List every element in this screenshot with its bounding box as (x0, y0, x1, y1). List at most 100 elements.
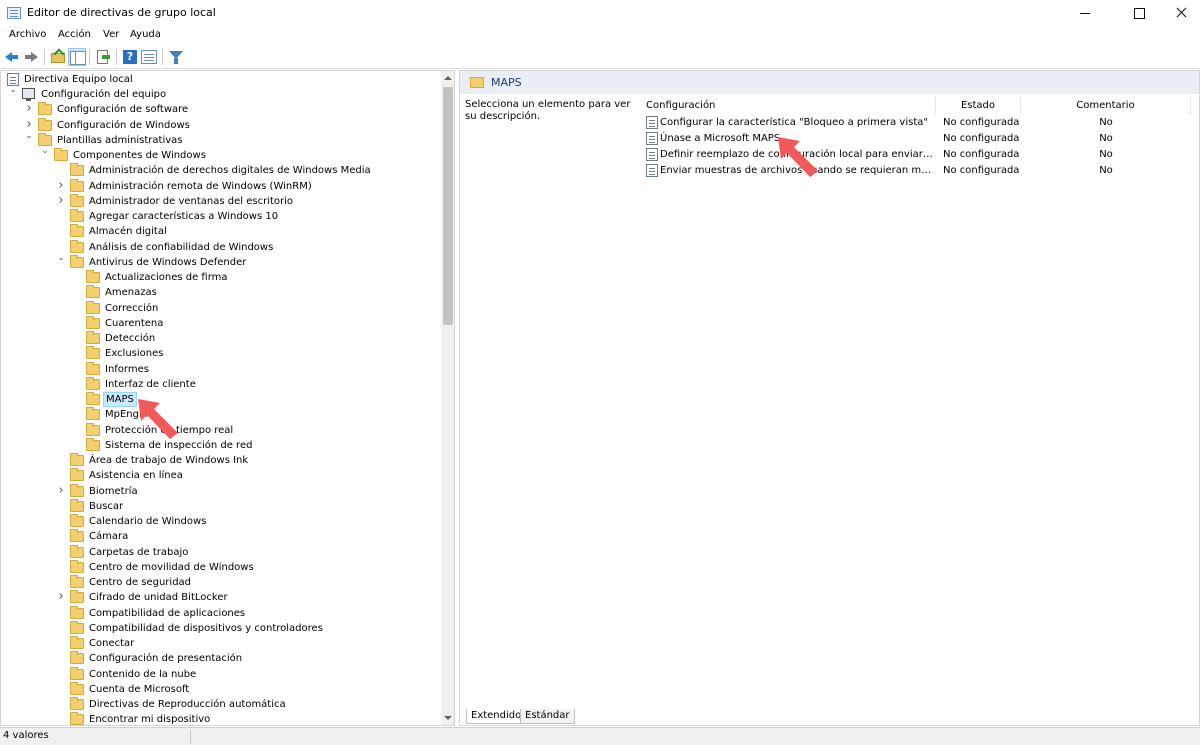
menu-accion[interactable]: Acción (58, 29, 91, 40)
column-header-estado[interactable]: Estado (936, 97, 1021, 115)
setting-estado: No configurada (943, 165, 1020, 176)
tree-item-label: Administrador de ventanas del escritorio (89, 195, 294, 207)
forward-button[interactable] (22, 48, 40, 66)
menu-ver[interactable]: Ver (103, 29, 119, 40)
setting-row[interactable]: Únase a Microsoft MAPS No configurada No (638, 131, 1198, 147)
chevron-right-icon[interactable]: › (56, 589, 66, 604)
tree-item-label: Componentes de Windows (73, 150, 206, 161)
policy-setting-icon (646, 164, 658, 177)
tree-expander-placeholder (56, 575, 66, 590)
tree-vertical-scrollbar[interactable] (441, 71, 454, 725)
chevron-down-icon[interactable]: ⌄ (56, 251, 66, 266)
tree-expander-placeholder (56, 667, 66, 682)
status-bar: 4 valores (0, 727, 1200, 745)
tree-expander-placeholder (72, 407, 82, 422)
scroll-up-icon[interactable] (441, 71, 454, 85)
tree-expander-placeholder (72, 301, 82, 316)
folder-icon (70, 209, 84, 222)
folder-icon (86, 331, 100, 344)
tree-item-label: Configuración de software (57, 104, 189, 116)
setting-estado: No configurada (943, 149, 1020, 160)
folder-icon (470, 77, 484, 88)
menu-ayuda[interactable]: Ayuda (130, 29, 161, 40)
minimize-button[interactable] (1062, 0, 1108, 26)
menu-archivo[interactable]: Archivo (9, 29, 46, 40)
column-header-comentario[interactable]: Comentario (1021, 97, 1191, 115)
properties-button[interactable] (140, 48, 158, 66)
tree-item-label: Administración de derechos digitales de … (89, 165, 371, 177)
chevron-right-icon[interactable]: › (24, 101, 34, 116)
folder-icon (70, 590, 84, 604)
setting-row[interactable]: Definir reemplazo de configuración local… (638, 147, 1198, 163)
scroll-thumb[interactable] (443, 87, 453, 325)
tree-item-label: Interfaz de cliente (105, 378, 196, 390)
folder-icon (70, 178, 84, 192)
filter-button[interactable] (167, 48, 185, 66)
folder-icon (70, 468, 84, 482)
folder-icon (38, 102, 52, 116)
chevron-down-icon[interactable]: ⌄ (24, 129, 34, 144)
chevron-right-icon[interactable]: › (56, 483, 66, 498)
tree-expander-placeholder (72, 331, 82, 346)
folder-icon (70, 651, 84, 665)
annotation-arrow-list (778, 137, 818, 177)
filter-icon (169, 51, 183, 64)
tree-expander-placeholder (72, 270, 82, 285)
tab-estandar[interactable]: Estándar (520, 709, 575, 724)
folder-icon (86, 270, 100, 283)
help-button[interactable]: ? (121, 48, 139, 66)
tab-extendido[interactable]: Extendido (466, 709, 527, 724)
tree-item-label: Centro de movilidad de Windows (89, 561, 254, 573)
tree-expander-placeholder (72, 392, 82, 407)
tree-item-label: Agregar características a Windows 10 (89, 211, 279, 222)
folder-icon (86, 422, 100, 436)
maximize-button[interactable] (1116, 0, 1162, 26)
tree-item-label: Buscar (89, 500, 124, 512)
toolbar-separator (162, 49, 163, 65)
up-level-button[interactable] (49, 48, 67, 66)
folder-icon (86, 315, 100, 329)
tree-expander-placeholder (56, 529, 66, 544)
tree-item-label: Asistencia en línea (89, 470, 183, 482)
chevron-right-icon[interactable]: › (56, 193, 66, 208)
tree-item-label: Cuenta de Microsoft (89, 683, 190, 695)
column-header-configuracion[interactable]: Configuración (638, 97, 936, 115)
folder-icon (70, 605, 84, 619)
setting-estado: No configurada (943, 117, 1020, 128)
tree-item-label: Área de trabajo de Windows Ink (89, 455, 249, 466)
close-button[interactable] (1158, 0, 1200, 26)
setting-comentario: No (1099, 117, 1113, 128)
folder-icon (70, 239, 84, 253)
setting-row[interactable]: Enviar muestras de archivos cuando se re… (638, 163, 1198, 179)
settings-list: Configuración Estado Comentario Configur… (638, 93, 1199, 701)
tree-item-label: Contenido de la nube (89, 668, 197, 680)
details-header: MAPS (460, 71, 1199, 94)
back-button[interactable] (3, 48, 21, 66)
setting-row[interactable]: Configurar la característica "Bloqueo a … (638, 115, 1198, 131)
folder-icon (70, 498, 84, 512)
tree-expander-placeholder (72, 377, 82, 392)
tree-item-label: Plantillas administrativas (57, 134, 183, 146)
setting-comentario: No (1099, 165, 1113, 176)
folder-icon (70, 620, 84, 634)
folder-icon (70, 529, 84, 543)
policy-setting-icon (646, 132, 658, 145)
export-list-button[interactable] (94, 48, 112, 66)
tree-item-label: Directivas de Reproducción automática (89, 699, 286, 710)
folder-icon (86, 361, 100, 375)
tree-item-label: Biometría (89, 485, 138, 497)
scroll-down-icon[interactable] (441, 711, 454, 725)
tree-expander-placeholder (56, 621, 66, 636)
tree-expander-placeholder (56, 453, 66, 468)
menu-bar: Archivo Acción Ver Ayuda (0, 26, 1200, 45)
show-hide-tree-button[interactable] (68, 48, 86, 66)
tree-item-label: Informes (105, 363, 149, 375)
toolbar-separator (116, 49, 117, 65)
chevron-down-icon[interactable]: ⌄ (8, 83, 18, 98)
toolbar: ? (0, 45, 1200, 69)
chevron-down-icon[interactable]: ⌄ (40, 144, 50, 159)
tree-item-label: Almacén digital (89, 226, 167, 238)
tree-expander-placeholder (56, 606, 66, 621)
chevron-right-icon[interactable]: › (56, 178, 66, 193)
tree-expander-placeholder (56, 468, 66, 483)
